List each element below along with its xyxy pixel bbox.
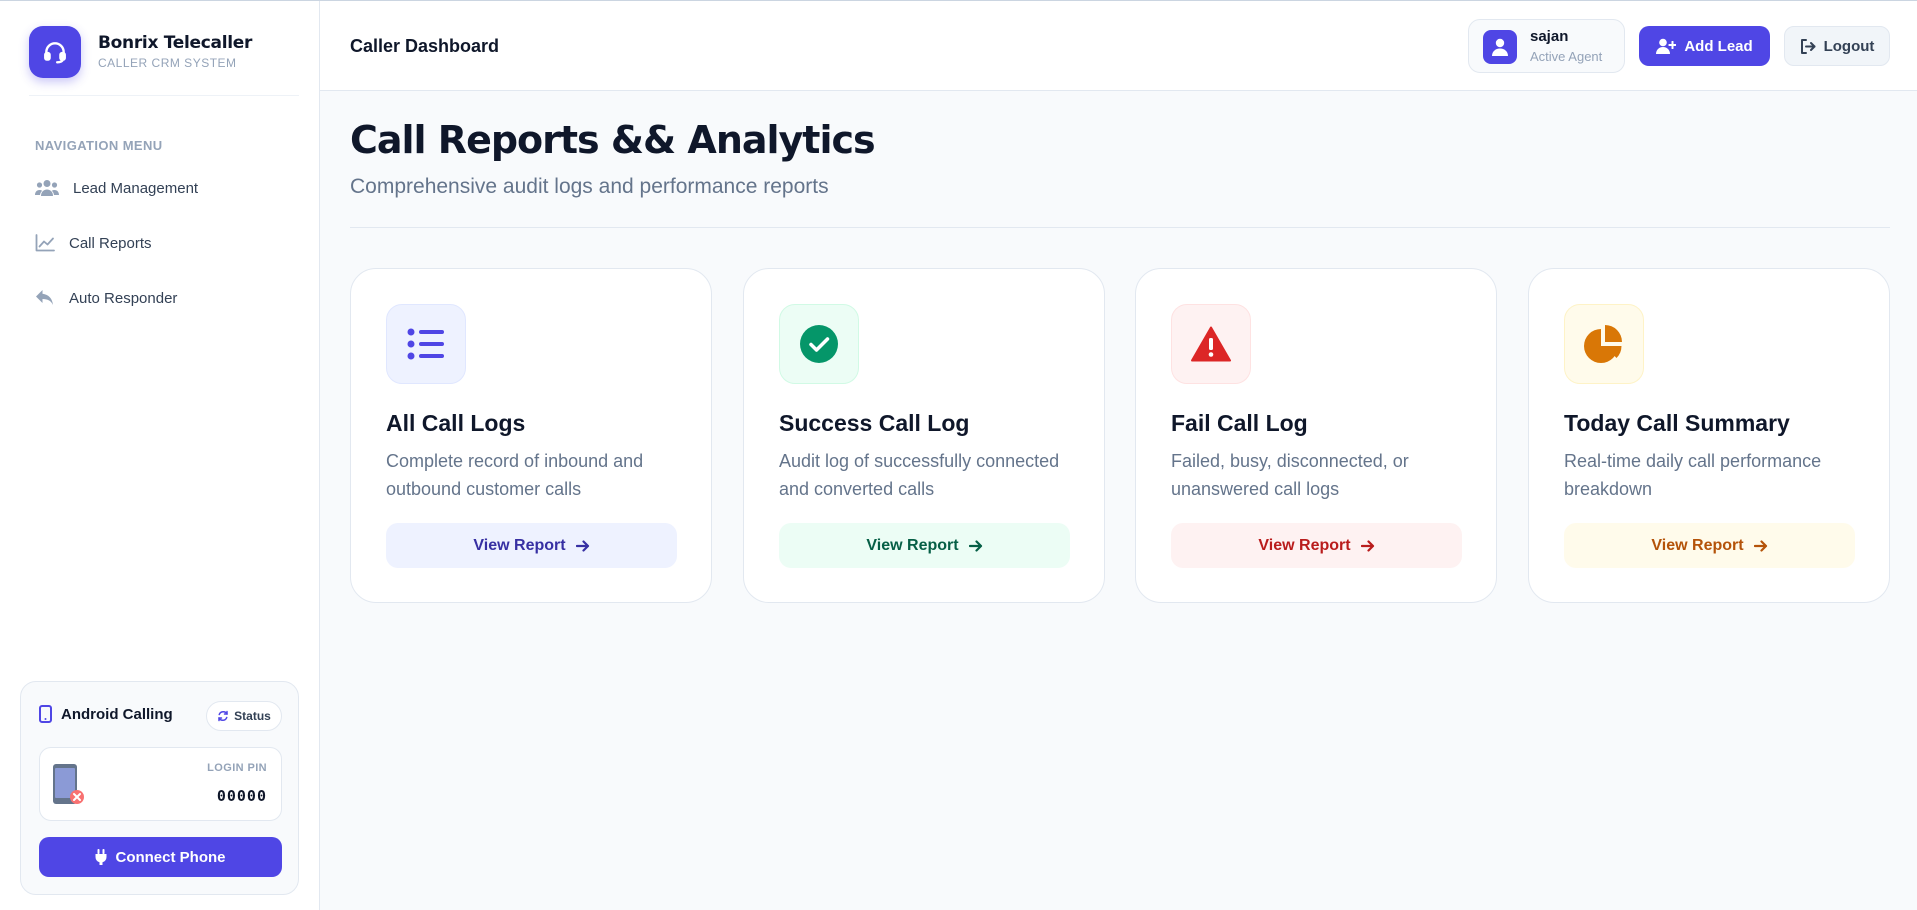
report-card-today-call-summary: Today Call Summary Real-time daily call …	[1528, 268, 1890, 603]
users-icon	[35, 179, 61, 197]
brand-subtitle: CALLER CRM SYSTEM	[98, 56, 237, 70]
user-role: Active Agent	[1530, 49, 1603, 64]
page-subtitle: Comprehensive audit logs and performance…	[350, 175, 829, 198]
card-title: All Call Logs	[386, 410, 526, 436]
page-title: Call Reports && Analytics	[350, 118, 876, 162]
android-calling-card: Android Calling Status LOGIN PIN 00000 C…	[20, 681, 299, 895]
sidebar: Bonrix Telecaller CALLER CRM SYSTEM NAVI…	[0, 1, 320, 910]
card-description: Audit log of successfully connected and …	[779, 451, 1060, 499]
arrow-right-icon	[968, 539, 982, 552]
brand-name: Bonrix Telecaller	[98, 33, 253, 53]
report-card-all-call-logs: All Call Logs Complete record of inbound…	[350, 268, 712, 603]
card-title: Success Call Log	[779, 410, 970, 436]
card-description: Real-time daily call performance breakdo…	[1564, 451, 1822, 499]
warning-icon	[1171, 304, 1251, 384]
chart-line-icon	[35, 234, 61, 252]
view-report-button[interactable]: View Report	[1564, 523, 1855, 568]
list-icon	[386, 304, 466, 384]
check-circle-icon	[779, 304, 859, 384]
arrow-right-icon	[1753, 539, 1767, 552]
view-report-button[interactable]: View Report	[779, 523, 1070, 568]
headset-icon	[29, 26, 81, 78]
mobile-icon	[39, 705, 52, 723]
sidebar-item-lead-management[interactable]: Lead Management	[35, 173, 295, 203]
user-profile-chip[interactable]: sajan Active Agent	[1468, 19, 1625, 73]
login-pin-label: LOGIN PIN	[207, 762, 267, 774]
card-title: Today Call Summary	[1564, 410, 1790, 436]
top-header: Caller Dashboard sajan Active Agent Add …	[320, 1, 1917, 91]
user-plus-icon	[1656, 38, 1677, 54]
arrow-right-icon	[1360, 539, 1374, 552]
pie-chart-icon	[1564, 304, 1644, 384]
view-report-button[interactable]: View Report	[1171, 523, 1462, 568]
user-name: sajan	[1530, 28, 1569, 45]
card-title: Fail Call Log	[1171, 410, 1308, 436]
divider	[350, 227, 1890, 228]
brand: Bonrix Telecaller CALLER CRM SYSTEM	[29, 26, 299, 96]
view-report-button[interactable]: View Report	[386, 523, 677, 568]
phone-disconnected-icon	[52, 763, 86, 812]
user-avatar-icon	[1483, 30, 1517, 64]
sidebar-item-auto-responder[interactable]: Auto Responder	[35, 283, 295, 313]
plug-icon	[95, 849, 107, 865]
reply-icon	[35, 289, 61, 307]
card-description: Complete record of inbound and outbound …	[386, 451, 644, 499]
arrow-right-icon	[575, 539, 589, 552]
connect-phone-button[interactable]: Connect Phone	[39, 837, 282, 877]
login-pin-value: 00000	[216, 787, 267, 805]
report-card-fail-call-log: Fail Call Log Failed, busy, disconnected…	[1135, 268, 1497, 603]
report-card-success-call-log: Success Call Log Audit log of successful…	[743, 268, 1105, 603]
status-button[interactable]: Status	[206, 701, 282, 731]
sidebar-item-label: Auto Responder	[69, 289, 178, 307]
sign-out-icon	[1800, 38, 1816, 54]
header-title: Caller Dashboard	[350, 36, 500, 56]
sidebar-item-label: Lead Management	[73, 179, 199, 197]
login-pin-box: LOGIN PIN 00000	[39, 747, 282, 821]
android-calling-title: Android Calling	[39, 705, 173, 723]
sidebar-item-call-reports[interactable]: Call Reports	[35, 228, 295, 258]
sidebar-item-label: Call Reports	[69, 234, 152, 252]
refresh-icon	[218, 710, 228, 722]
nav-section-title: NAVIGATION MENU	[35, 138, 163, 153]
logout-button[interactable]: Logout	[1784, 26, 1890, 66]
card-description: Failed, busy, disconnected, or unanswere…	[1171, 451, 1409, 499]
add-lead-button[interactable]: Add Lead	[1639, 26, 1770, 66]
